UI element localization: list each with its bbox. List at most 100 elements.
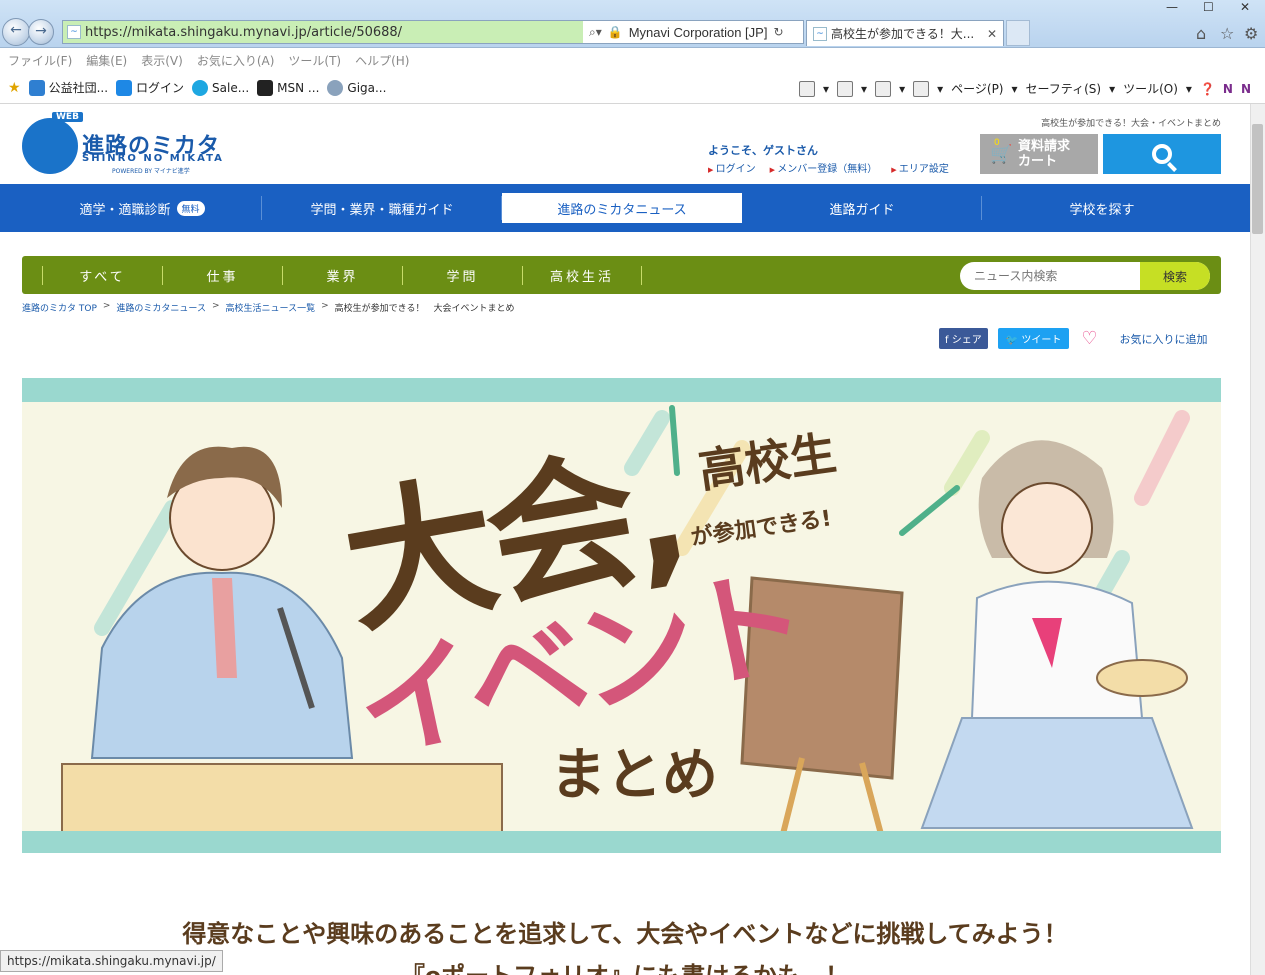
settings-gear-icon[interactable]: ⚙: [1244, 24, 1258, 43]
search-icon: [1152, 144, 1172, 164]
breadcrumb-school-life[interactable]: 高校生活ニュース一覧: [226, 301, 316, 314]
share-row: f シェア 🐦 ツイート ♡ お気に入りに追加: [939, 328, 1207, 349]
breadcrumb-news[interactable]: 進路のミカタニュース: [116, 301, 206, 314]
twitter-share-button[interactable]: 🐦 ツイート: [997, 328, 1070, 349]
favorite-link[interactable]: Giga...: [327, 79, 386, 96]
menu-help[interactable]: ヘルプ(H): [355, 52, 409, 69]
hero-subtitle: まとめ: [550, 743, 718, 808]
menu-file[interactable]: ファイル(F): [8, 52, 72, 69]
category-school-life[interactable]: 高校生活: [522, 265, 642, 285]
login-link[interactable]: ログイン: [708, 160, 756, 175]
favorite-link[interactable]: ログイン: [116, 79, 184, 96]
menu-bar: ファイル(F) 編集(E) 表示(V) お気に入り(A) ツール(T) ヘルプ(…: [0, 48, 1265, 72]
print-icon[interactable]: [913, 80, 930, 97]
onenote-icon[interactable]: N: [1223, 82, 1233, 96]
home-page-icon[interactable]: [799, 80, 815, 97]
breadcrumb-top[interactable]: 進路のミカタ TOP: [22, 301, 97, 314]
mail-icon[interactable]: [875, 80, 892, 97]
menu-view[interactable]: 表示(V): [141, 52, 183, 69]
cart-label: 資料請求 カート: [1018, 139, 1071, 169]
news-search: 検索: [960, 262, 1210, 290]
search-dropdown-icon[interactable]: ⌕▾: [589, 25, 602, 40]
certificate-label[interactable]: Mynavi Corporation [JP]: [629, 25, 768, 40]
welcome-text: ようこそ、ゲストさん: [708, 144, 818, 157]
back-button[interactable]: ←: [2, 18, 30, 46]
logo-text-en: SHINRO NO MIKATA: [82, 153, 224, 164]
status-bar-url: https://mikata.shingaku.mynavi.jp/: [0, 950, 223, 972]
web-page: WEB 進路のミカタ SHINRO NO MIKATA POWERED BY マ…: [0, 104, 1250, 975]
request-cart-button[interactable]: 🛒 0 資料請求 カート: [980, 134, 1098, 174]
minimize-icon[interactable]: —: [1166, 0, 1178, 14]
nav-news[interactable]: 進路のミカタニュース: [502, 193, 742, 223]
favorite-link[interactable]: MSN ...: [257, 79, 319, 96]
rss-icon[interactable]: [837, 80, 854, 97]
ie-icon: [28, 79, 45, 96]
logo-web-badge: WEB: [52, 112, 83, 122]
favorite-link[interactable]: Sale...: [192, 79, 249, 96]
news-category-nav: すべて 仕事 業界 学問 高校生活 検索: [22, 256, 1221, 294]
nav-career-guide[interactable]: 進路ガイド: [742, 184, 982, 232]
nav-find-school[interactable]: 学校を探す: [982, 184, 1222, 232]
address-url[interactable]: https://mikata.shingaku.mynavi.jp/articl…: [85, 25, 402, 40]
register-link[interactable]: メンバー登録（無料）: [770, 160, 877, 175]
user-links: ログイン メンバー登録（無料） エリア設定: [708, 160, 949, 175]
free-badge: 無料: [176, 200, 205, 216]
facebook-share-button[interactable]: f シェア: [939, 328, 988, 349]
news-search-button[interactable]: 検索: [1140, 262, 1210, 290]
new-tab-button[interactable]: [1006, 20, 1030, 46]
nav-study-guide[interactable]: 学問・業界・職種ガイド: [262, 184, 502, 232]
breadcrumb: 進路のミカタ TOP > 進路のミカタニュース > 高校生活ニュース一覧 > 高校生が…: [22, 301, 515, 314]
maximize-icon[interactable]: ☐: [1203, 0, 1214, 14]
favorites-star-icon[interactable]: ☆: [1220, 24, 1234, 43]
category-industry[interactable]: 業界: [282, 265, 402, 285]
msn-icon: [257, 79, 274, 96]
page-menu[interactable]: ページ(P): [951, 80, 1003, 97]
hero-stripe-bottom: [22, 831, 1221, 853]
nav-aptitude-test[interactable]: 適学・適職診断 無料: [22, 184, 262, 232]
vertical-scrollbar[interactable]: [1250, 104, 1265, 975]
category-study[interactable]: 学問: [402, 265, 522, 285]
site-logo[interactable]: WEB 進路のミカタ SHINRO NO MIKATA POWERED BY マ…: [22, 112, 222, 175]
browser-tab[interactable]: ~ 高校生が参加できる！大... ✕: [806, 20, 1004, 46]
news-search-input[interactable]: [960, 262, 1140, 290]
category-all[interactable]: すべて: [42, 265, 162, 285]
add-favorite-link[interactable]: お気に入りに追加: [1119, 331, 1207, 347]
menu-favorites[interactable]: お気に入り(A): [197, 52, 275, 69]
favorite-link[interactable]: 公益社団...: [28, 79, 108, 96]
breadcrumb-current: 高校生が参加できる！ 大会イベントまとめ: [334, 304, 515, 314]
logo-powered-by: POWERED BY マイナビ進学: [112, 168, 190, 175]
cart-count: 0: [994, 138, 1000, 148]
category-work[interactable]: 仕事: [162, 265, 282, 285]
giga-icon: [327, 79, 344, 96]
close-window-icon[interactable]: ✕: [1240, 0, 1250, 14]
podium: [61, 763, 503, 835]
tools-menu[interactable]: ツール(O): [1123, 80, 1178, 97]
refresh-icon[interactable]: ↻: [773, 25, 783, 39]
scroll-thumb[interactable]: [1252, 124, 1263, 234]
site-search-button[interactable]: [1103, 134, 1221, 174]
lock-icon[interactable]: 🔒: [608, 25, 623, 39]
menu-edit[interactable]: 編集(E): [86, 52, 127, 69]
page-heading-small: 高校生が参加できる！大会・イベントまとめ: [1041, 119, 1221, 129]
girl-illustration: [920, 440, 1194, 829]
forward-button[interactable]: →: [28, 19, 54, 45]
handshake-logo-icon: [22, 118, 78, 174]
help-icon[interactable]: ❓: [1200, 82, 1215, 96]
login-icon: [116, 79, 133, 96]
favorites-star-add-icon[interactable]: ★: [8, 80, 21, 96]
site-favicon-icon: ~: [67, 25, 81, 39]
heart-icon[interactable]: ♡: [1081, 328, 1097, 349]
safety-menu[interactable]: セーフティ(S): [1026, 80, 1102, 97]
home-icon[interactable]: ⌂: [1196, 24, 1206, 43]
main-nav: 適学・適職診断 無料 学問・業界・職種ガイド 進路のミカタニュース 進路ガイド …: [0, 184, 1250, 232]
tab-close-icon[interactable]: ✕: [987, 27, 997, 41]
area-setting-link[interactable]: エリア設定: [891, 160, 949, 175]
cloud-icon: [192, 79, 209, 96]
boy-illustration: [90, 446, 354, 759]
onenote-send-icon[interactable]: N: [1241, 82, 1251, 96]
address-bar[interactable]: ~ https://mikata.shingaku.mynavi.jp/arti…: [62, 20, 804, 44]
browser-titlebar: ← → ~ https://mikata.shingaku.mynavi.jp/…: [0, 0, 1265, 48]
menu-tools[interactable]: ツール(T): [288, 52, 341, 69]
facebook-icon: f: [945, 335, 952, 346]
twitter-icon: 🐦: [1005, 335, 1022, 346]
